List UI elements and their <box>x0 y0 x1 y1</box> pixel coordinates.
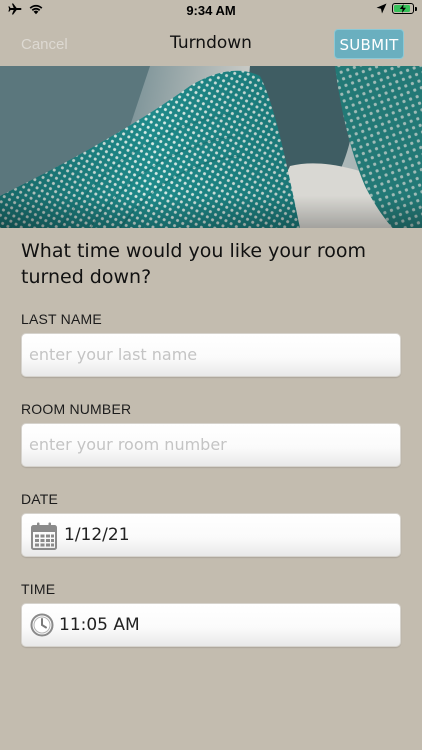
date-value: 1/12/21 <box>64 525 130 545</box>
pillows-illustration <box>0 66 422 228</box>
last-name-placeholder: enter your last name <box>29 345 198 364</box>
status-bar: 9:34 AM <box>0 0 422 24</box>
time-value: 11:05 AM <box>59 615 140 635</box>
charging-bolt-icon <box>399 4 406 13</box>
room-number-label: ROOM NUMBER <box>21 401 132 417</box>
battery-icon <box>392 3 417 14</box>
time-label: TIME <box>21 581 56 597</box>
clock-icon <box>30 613 54 637</box>
date-label: DATE <box>21 491 59 507</box>
submit-button[interactable]: SUBMIT <box>334 29 404 59</box>
room-number-input[interactable]: enter your room number <box>21 423 401 467</box>
last-name-label: LAST NAME <box>21 311 102 327</box>
last-name-input[interactable]: enter your last name <box>21 333 401 377</box>
status-right <box>376 3 417 14</box>
time-picker-field[interactable]: 11:05 AM <box>21 603 401 647</box>
nav-bar: Cancel Turndown SUBMIT <box>0 24 422 66</box>
form-question: What time would you like your room turne… <box>21 240 366 288</box>
room-number-placeholder: enter your room number <box>29 435 227 454</box>
hero-image <box>0 66 422 228</box>
status-time: 9:34 AM <box>186 3 236 18</box>
date-picker-field[interactable]: 1/12/21 <box>21 513 401 557</box>
calendar-icon <box>31 522 57 550</box>
location-arrow-icon <box>376 3 387 14</box>
